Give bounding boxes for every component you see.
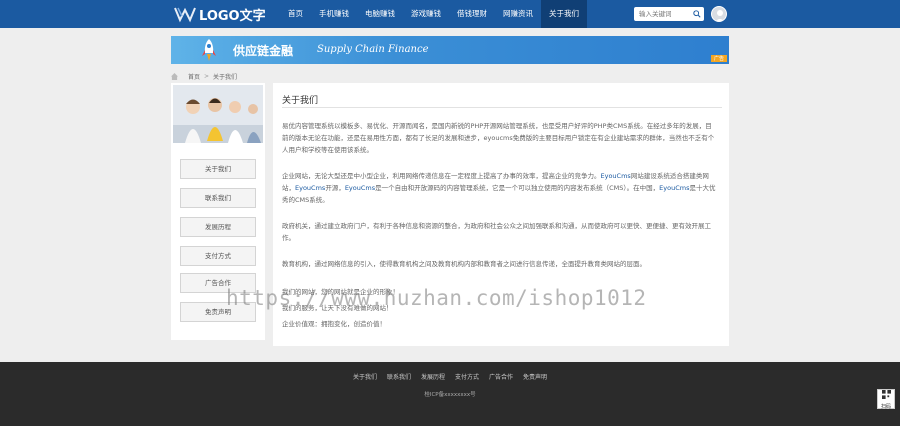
ad-tag: 广告 [710,55,727,62]
logo-icon [174,7,196,23]
qr-code-button[interactable]: 扫码 [877,389,895,410]
page-title: 关于我们 [282,96,319,106]
footer-links: 关于我们 联系我们 发展历程 支付方式 广告合作 免责声明 [0,372,900,381]
footer-link[interactable]: 联系我们 [387,372,411,381]
qr-label: 扫码 [880,404,891,410]
footer-link[interactable]: 免责声明 [523,372,547,381]
banner-subtitle: Supply Chain Finance [317,44,429,55]
breadcrumb: 首页 > 关于我们 [171,71,237,81]
eyoucms-link[interactable]: EyouCms [601,172,631,180]
sidebar-item[interactable]: 联系我们 [180,188,256,208]
home-icon [171,72,178,80]
nav-item[interactable]: 借钱理财 [449,0,495,28]
title-divider [282,107,722,108]
search-icon[interactable] [693,10,701,18]
nav-item[interactable]: 手机赚钱 [311,0,357,28]
enterprise-paragraph: 企业网站，无论大型还是中小型企业，利用网络传递信息在一定程度上提高了办事的效率，… [282,172,716,204]
breadcrumb-home[interactable]: 首页 [188,72,200,81]
education-paragraph: 教育机构，通过网络信息的引入，使得教育机构之间及教育机构内部和教育者之间进行信息… [282,260,646,268]
sidebar-item[interactable]: 关于我们 [180,159,256,179]
government-paragraph: 政府机关，通过建立政府门户，有利于各种信息和资源的整合，为政府和社会公众之间加强… [282,222,711,242]
footer-link[interactable]: 发展历程 [421,372,445,381]
nav-item[interactable]: 游戏赚钱 [403,0,449,28]
qr-code-icon [881,390,891,399]
eyoucms-link[interactable]: EyouCms [659,184,689,192]
user-avatar[interactable] [711,6,727,22]
user-icon [715,10,725,21]
main-nav: 首页 手机赚钱 电脑赚钱 游戏赚钱 借钱理财 网赚资讯 关于我们 [280,0,587,28]
search-box [634,7,704,21]
icp-number: 桂ICP备xxxxxxxx号 [424,392,476,398]
intro-paragraph: 易优内容管理系统以模板多、易优化、开源而闻名，是国内新锐的PHP开源网站管理系统… [282,122,715,154]
logo-text: LOGO文字 [199,8,266,24]
footer: 关于我们 联系我们 发展历程 支付方式 广告合作 免责声明 桂ICP备xxxxxxxx号 [0,362,900,426]
logo[interactable]: LOGO文字 [174,4,266,24]
footer-link[interactable]: 关于我们 [353,372,377,381]
nav-item[interactable]: 关于我们 [541,0,587,28]
footer-link[interactable]: 支付方式 [455,372,479,381]
sidebar-item[interactable]: 支付方式 [180,246,256,266]
slogan-line: 企业价值观：拥抱变化，创造价值！ [282,320,386,328]
call-center-illustration [173,85,263,143]
office-photo [173,85,263,143]
watermark-text: https://www.huzhan.com/ishop1012 [226,286,647,310]
search-input[interactable] [634,7,692,21]
footer-link[interactable]: 广告合作 [489,372,513,381]
eyoucms-link[interactable]: EyouCms [295,184,325,192]
nav-item[interactable]: 首页 [280,0,311,28]
nav-item[interactable]: 电脑赚钱 [357,0,403,28]
breadcrumb-current: 关于我们 [213,73,238,81]
rocket-icon [202,39,216,61]
breadcrumb-separator: > [204,72,210,80]
eyoucms-link[interactable]: EyouCms [345,184,375,192]
banner-title: 供应链金融 [233,44,294,58]
ad-banner[interactable]: 供应链金融 Supply Chain Finance 广告 [171,36,729,64]
nav-item[interactable]: 网赚资讯 [495,0,541,28]
top-navbar: LOGO文字 首页 手机赚钱 电脑赚钱 游戏赚钱 借钱理财 网赚资讯 关于我们 [0,0,900,28]
sidebar-item[interactable]: 发展历程 [180,217,256,237]
